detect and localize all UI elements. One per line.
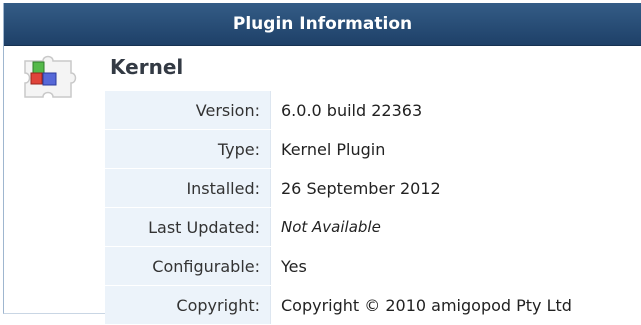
plugin-name: Kernel — [110, 55, 183, 79]
version-row: Version: 6.0.0 build 22363 — [105, 91, 641, 130]
last-updated-label: Last Updated: — [105, 208, 271, 247]
configurable-row: Configurable: Yes — [105, 247, 641, 286]
configurable-label: Configurable: — [105, 247, 271, 286]
type-value: Kernel Plugin — [271, 130, 641, 169]
plugin-details-table: Version: 6.0.0 build 22363 Type: Kernel … — [105, 90, 641, 325]
installed-label: Installed: — [105, 169, 271, 208]
installed-value: 26 September 2012 — [271, 169, 641, 208]
last-updated-row: Last Updated: Not Available — [105, 208, 641, 247]
copyright-value: Copyright © 2010 amigopod Pty Ltd — [271, 286, 641, 325]
installed-row: Installed: 26 September 2012 — [105, 169, 641, 208]
panel-header: Plugin Information — [4, 3, 641, 46]
configurable-value: Yes — [271, 247, 641, 286]
plugin-information-panel: Plugin Information Kernel Version: 6.0.0… — [3, 3, 641, 314]
puzzle-piece-blocks-icon — [19, 53, 89, 101]
copyright-label: Copyright: — [105, 286, 271, 325]
version-value: 6.0.0 build 22363 — [271, 91, 641, 130]
copyright-row: Copyright: Copyright © 2010 amigopod Pty… — [105, 286, 641, 325]
last-updated-value: Not Available — [271, 208, 641, 247]
type-row: Type: Kernel Plugin — [105, 130, 641, 169]
version-label: Version: — [105, 91, 271, 130]
type-label: Type: — [105, 130, 271, 169]
